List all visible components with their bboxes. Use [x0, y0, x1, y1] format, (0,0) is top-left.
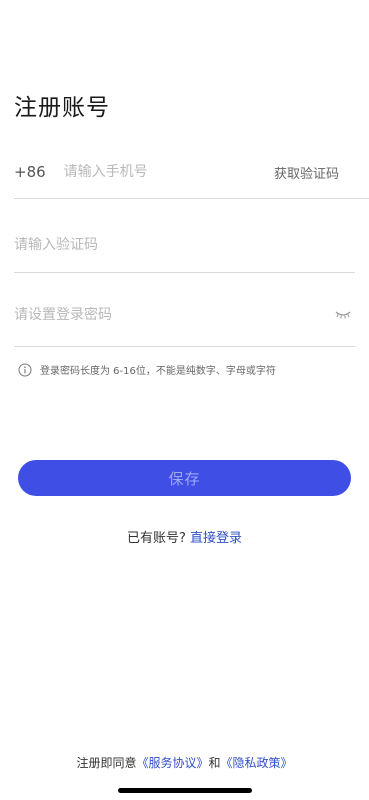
info-icon: [18, 363, 32, 377]
direct-login-link[interactable]: 直接登录: [190, 531, 242, 546]
get-code-button[interactable]: 获取验证码: [274, 163, 339, 182]
page-title: 注册账号: [14, 95, 110, 121]
divider: [14, 272, 355, 273]
divider: [14, 198, 369, 199]
login-prompt-text: 已有账号?: [126, 531, 186, 546]
code-row: [14, 225, 355, 265]
phone-input[interactable]: [63, 164, 274, 180]
verification-code-input[interactable]: [14, 237, 355, 253]
login-prompt: 已有账号? 直接登录: [0, 527, 369, 546]
password-hint: 登录密码长度为 6-16位，不能是纯数字、字母或字符: [18, 362, 276, 377]
agreement-prefix: 注册即同意: [76, 756, 137, 770]
agreement-conjunction: 和: [208, 756, 221, 770]
phone-row: +86 获取验证码: [14, 152, 355, 192]
service-agreement-link[interactable]: 《服务协议》: [136, 756, 208, 770]
eye-closed-icon[interactable]: [333, 308, 353, 322]
save-button[interactable]: 保存: [18, 460, 351, 496]
password-row: [14, 295, 355, 335]
agreement-line: 注册即同意《服务协议》和《隐私政策》: [0, 754, 369, 771]
password-hint-text: 登录密码长度为 6-16位，不能是纯数字、字母或字符: [40, 366, 276, 377]
home-indicator[interactable]: [118, 788, 252, 793]
password-input[interactable]: [14, 307, 333, 323]
country-code-prefix[interactable]: +86: [14, 163, 46, 181]
divider: [14, 346, 355, 347]
privacy-policy-link[interactable]: 《隐私政策》: [221, 756, 293, 770]
